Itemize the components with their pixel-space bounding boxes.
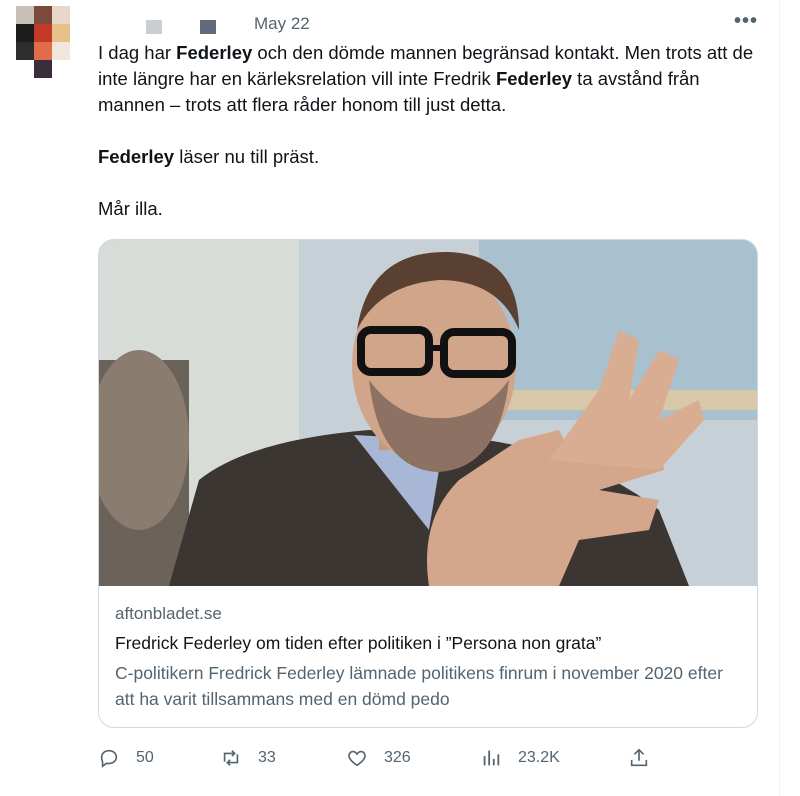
tweet-actions: 50 33 326 23.2K: [98, 745, 698, 771]
views-button[interactable]: 23.2K: [480, 745, 560, 771]
retweet-icon: [223, 750, 239, 766]
like-heart-icon: [348, 750, 366, 767]
highlighted-term: Federley: [176, 42, 253, 63]
retweet-count: 33: [258, 749, 276, 766]
like-count: 326: [384, 749, 411, 766]
card-description[interactable]: C-politikern Fredrick Federley lämnade p…: [115, 660, 743, 712]
reply-icon: [100, 749, 118, 768]
author-handle-redacted[interactable]: [200, 20, 216, 34]
tweet-header: May 22 •••: [98, 10, 758, 34]
views-count: 23.2K: [518, 749, 560, 766]
link-card[interactable]: aftonbladet.se Fredrick Federley om tide…: [98, 239, 758, 728]
tweet-paragraph: Federley läser nu till präst.: [98, 144, 758, 170]
reply-count: 50: [136, 749, 154, 766]
text-segment: Mår illa.: [98, 198, 163, 219]
retweet-button[interactable]: 33: [220, 745, 276, 771]
author-name-redacted[interactable]: [146, 20, 162, 34]
tweet-text: I dag har Federley och den dömde mannen …: [98, 40, 758, 248]
avatar[interactable]: [16, 6, 72, 78]
card-domain[interactable]: aftonbladet.se: [115, 604, 222, 624]
like-button[interactable]: 326: [346, 745, 411, 771]
share-button[interactable]: [628, 745, 650, 771]
more-horizontal-icon[interactable]: •••: [734, 10, 758, 33]
card-title[interactable]: Fredrick Federley om tiden efter politik…: [115, 633, 601, 654]
tweet-date[interactable]: May 22: [254, 14, 310, 34]
share-icon: [630, 748, 648, 767]
views-chart-icon: [483, 750, 500, 766]
text-segment: I dag har: [98, 42, 177, 63]
tweet-paragraph: Mår illa.: [98, 196, 758, 222]
highlighted-term: Federley: [495, 68, 573, 89]
text-segment: läser nu till präst.: [174, 146, 320, 167]
reply-button[interactable]: 50: [98, 745, 154, 771]
tweet-paragraph: I dag har Federley och den dömde mannen …: [98, 40, 758, 118]
tweet[interactable]: May 22 ••• I dag har Federley och den dö…: [0, 0, 780, 796]
highlighted-term: Federley: [98, 146, 175, 167]
card-image[interactable]: [99, 240, 757, 586]
